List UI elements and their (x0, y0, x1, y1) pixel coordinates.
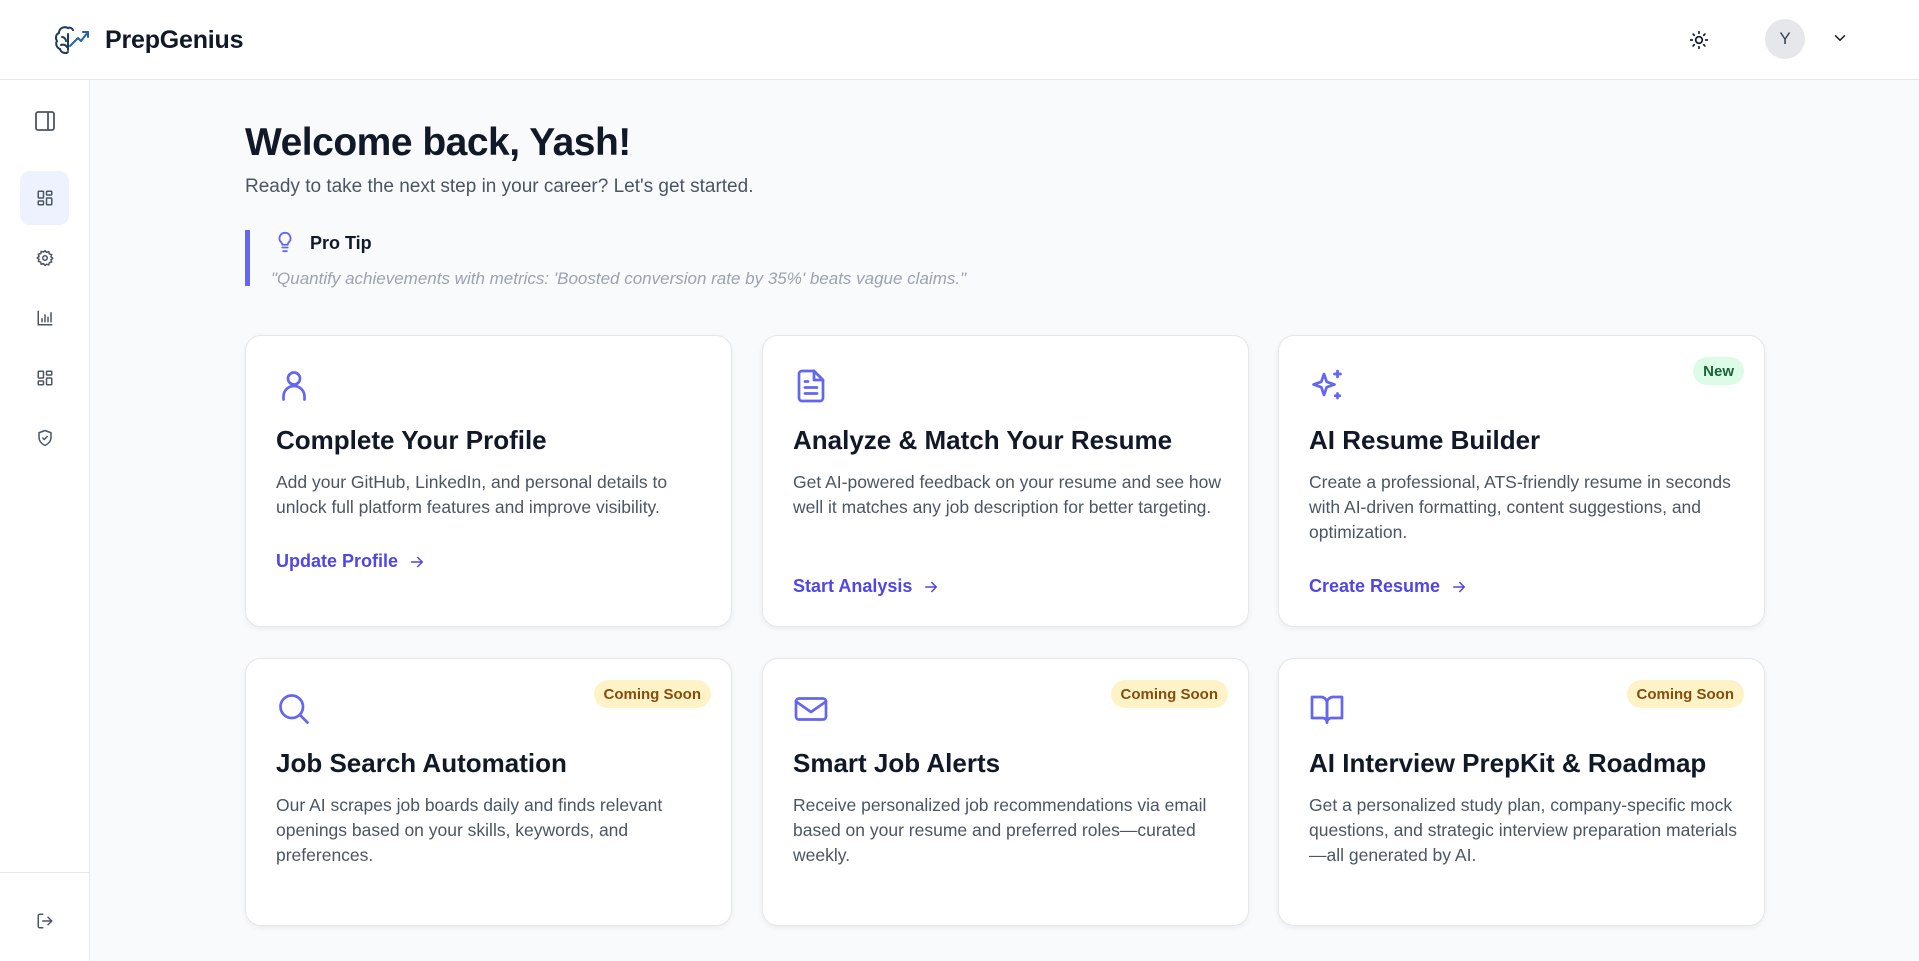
sidebar (0, 80, 90, 961)
card-title: Analyze & Match Your Resume (793, 425, 1173, 455)
page-title: Welcome back, Yash! (245, 121, 631, 164)
job-search-card: Coming Soon Job Search Automation Our AI… (245, 658, 732, 926)
sidebar-item-analytics[interactable] (20, 291, 69, 345)
sparkles-icon (1312, 369, 1342, 400)
card-title: Job Search Automation (276, 748, 567, 778)
pro-tip: Pro Tip "Quantify achievements with metr… (245, 230, 1005, 288)
sidebar-item-dashboard[interactable] (20, 171, 69, 225)
card-description: Add your GitHub, LinkedIn, and personal … (276, 472, 668, 517)
logout-button[interactable] (20, 894, 69, 948)
arrow-right-icon (1453, 581, 1466, 592)
sidebar-divider (0, 872, 89, 873)
user-menu-button[interactable] (1828, 26, 1852, 50)
card-title: AI Resume Builder (1309, 425, 1541, 455)
brain-growth-icon (54, 26, 89, 54)
pro-tip-text: "Quantify achievements with metrics: 'Bo… (271, 269, 967, 288)
card-description: Get a personalized study plan, company-s… (1309, 795, 1737, 865)
document-icon (797, 369, 825, 403)
chevron-down-icon (1834, 35, 1846, 41)
arrow-right-icon (925, 581, 938, 592)
logout-icon (37, 913, 52, 929)
update-profile-link[interactable]: Update Profile (276, 551, 426, 572)
cta-label: Start Analysis (793, 576, 913, 596)
card-title: Complete Your Profile (276, 425, 547, 455)
arrow-right-icon (411, 556, 424, 567)
create-resume-link[interactable]: Create Resume (1309, 576, 1468, 597)
sun-icon (1689, 30, 1709, 50)
sidebar-item-settings[interactable] (20, 231, 69, 285)
bar-chart-icon (37, 310, 52, 326)
coming-soon-badge: Coming Soon (1110, 680, 1228, 708)
card-description: Get AI-powered feedback on your resume a… (793, 472, 1222, 517)
shield-check-icon (37, 429, 52, 447)
coming-soon-badge: Coming Soon (593, 680, 711, 708)
dashboard-icon (37, 370, 52, 386)
search-icon (279, 694, 309, 724)
page-subtitle: Ready to take the next step in your care… (245, 176, 754, 197)
brand-name: PrepGenius (105, 26, 244, 54)
card-description: Our AI scrapes job boards daily and find… (276, 795, 663, 865)
book-open-icon (1310, 695, 1344, 724)
interview-prep-card: Coming Soon AI Interview PrepKit & Roadm… (1278, 658, 1765, 926)
cta-label: Create Resume (1309, 576, 1441, 596)
resume-analysis-card: Analyze & Match Your Resume Get AI-power… (762, 335, 1249, 627)
card-title: Smart Job Alerts (793, 748, 1001, 778)
sidebar-item-apps[interactable] (20, 351, 69, 405)
card-description: Create a professional, ATS-friendly resu… (1309, 472, 1731, 542)
user-icon (282, 371, 306, 401)
top-bar: PrepGenius Y (0, 0, 1919, 80)
card-description: Receive personalized job recommendations… (793, 795, 1207, 865)
panel-toggle-icon (34, 111, 55, 131)
profile-card: Complete Your Profile Add your GitHub, L… (245, 335, 732, 627)
coming-soon-badge: Coming Soon (1626, 680, 1744, 708)
card-title: AI Interview PrepKit & Roadmap (1309, 748, 1707, 778)
avatar[interactable]: Y (1765, 19, 1805, 59)
job-alerts-card: Coming Soon Smart Job Alerts Receive per… (762, 658, 1249, 926)
mail-icon (794, 697, 828, 721)
start-analysis-link[interactable]: Start Analysis (793, 576, 940, 597)
theme-toggle-button[interactable] (1685, 26, 1713, 54)
resume-builder-card: New AI Resume Builder Create a professio… (1278, 335, 1765, 627)
cta-label: Update Profile (276, 551, 399, 571)
settings-icon (35, 249, 54, 267)
pro-tip-title: Pro Tip (310, 233, 372, 253)
sidebar-toggle-button[interactable] (20, 94, 69, 148)
new-badge: New (1693, 357, 1744, 385)
sidebar-item-security[interactable] (20, 411, 69, 465)
lightbulb-icon (278, 231, 292, 253)
dashboard-icon (37, 190, 52, 206)
